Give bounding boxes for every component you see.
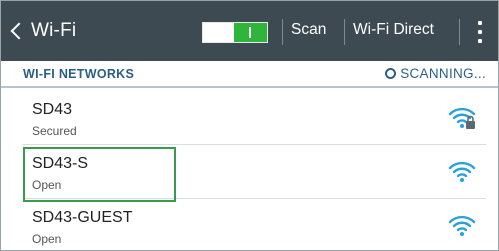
divider xyxy=(459,19,460,45)
network-status: Secured xyxy=(32,124,77,138)
network-row[interactable]: SD43-GUEST Open xyxy=(1,199,498,250)
page-title: Wi-Fi xyxy=(31,20,77,41)
scan-button[interactable]: Scan xyxy=(291,21,326,39)
overflow-dot xyxy=(478,39,482,43)
wifi-toggle[interactable] xyxy=(202,22,268,43)
toggle-on-indicator xyxy=(234,23,267,42)
scanning-label: SCANNING... xyxy=(400,66,486,81)
network-ssid: SD43-S xyxy=(32,155,89,172)
wifi-settings-screen: Wi-Fi Scan Wi-Fi Direct WI-FI NETWORKS S… xyxy=(0,0,499,251)
network-ssid: SD43 xyxy=(32,101,73,118)
network-ssid: SD43-GUEST xyxy=(32,209,133,226)
overflow-dot xyxy=(478,21,482,25)
divider xyxy=(282,19,283,45)
section-header: WI-FI NETWORKS SCANNING... xyxy=(1,61,498,88)
section-title: WI-FI NETWORKS xyxy=(23,67,135,81)
network-status: Open xyxy=(32,178,62,192)
scanning-ring-icon xyxy=(385,68,397,79)
wifi-icon xyxy=(448,161,476,182)
wifi-direct-button[interactable]: Wi-Fi Direct xyxy=(353,21,434,39)
wifi-icon xyxy=(448,215,476,236)
network-status: Open xyxy=(32,232,62,246)
back-button[interactable]: Wi-Fi xyxy=(7,9,107,53)
scanning-indicator: SCANNING... xyxy=(385,66,486,81)
chevron-left-icon xyxy=(10,22,28,40)
overflow-dot xyxy=(478,30,482,34)
action-bar: Wi-Fi Scan Wi-Fi Direct xyxy=(1,1,498,61)
divider xyxy=(344,19,345,45)
network-row[interactable]: SD43 Secured xyxy=(1,91,498,145)
wifi-lock-icon xyxy=(448,107,476,129)
network-row[interactable]: SD43-S Open xyxy=(1,145,498,199)
more-vertical-icon[interactable] xyxy=(477,21,483,43)
